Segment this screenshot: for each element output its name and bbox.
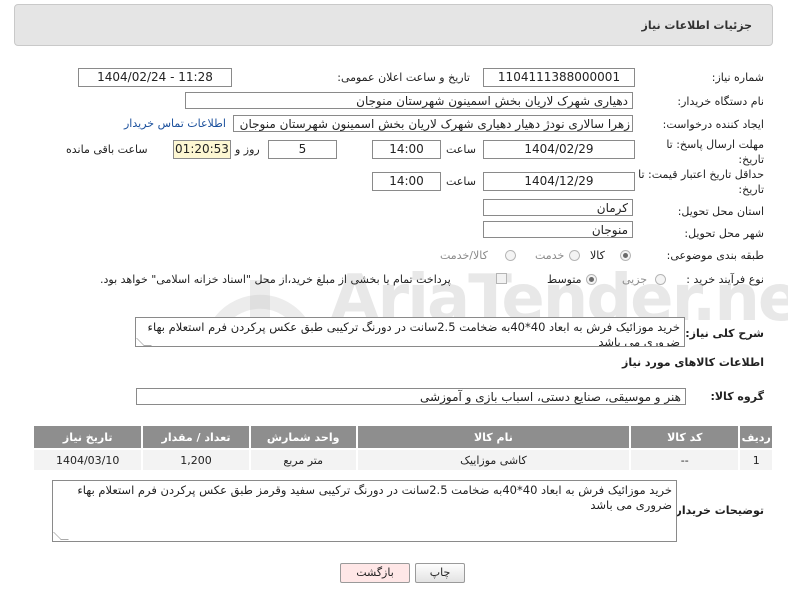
contact-info-link[interactable]: اطلاعات تماس خریدار <box>124 117 226 130</box>
category-goods-label: کالا <box>590 249 605 262</box>
category-both-radio[interactable] <box>505 250 516 261</box>
cell-name: کاشی موزاییک <box>355 448 632 472</box>
col-qty: تعداد / مقدار <box>141 424 251 450</box>
process-medium-radio[interactable] <box>586 274 597 285</box>
goods-table-header: ردیف کد کالا نام کالا واحد شمارش تعداد /… <box>31 424 774 450</box>
remaining-time-field: 01:20:53 <box>173 140 231 159</box>
remaining-label: ساعت باقی مانده <box>66 143 148 156</box>
announce-field: 1404/02/24 - 11:28 <box>78 68 232 87</box>
goods-group-field: هنر و موسیقی، صنایع دستی، اسباب بازی و آ… <box>136 388 686 405</box>
category-label: طبقه بندی موضوعی: <box>666 249 764 262</box>
description-textarea[interactable]: خرید موزائیک فرش به ابعاد 40*40به ضخامت … <box>135 317 685 347</box>
treasury-note: پرداخت تمام یا بخشی از مبلغ خرید،از محل … <box>100 273 451 286</box>
process-minor-radio[interactable] <box>655 274 666 285</box>
cell-unit: متر مربع <box>248 448 358 472</box>
header-panel: جزئیات اطلاعات نیاز <box>14 4 773 46</box>
category-service-label: خدمت <box>535 249 565 262</box>
description-label: شرح کلی نیاز: <box>685 327 764 340</box>
validity-time-label: ساعت <box>446 175 476 188</box>
need-number-field: 1104111388000001 <box>483 68 635 87</box>
city-field: منوجان <box>483 221 633 238</box>
process-medium-label: متوسط <box>547 273 582 286</box>
back-button[interactable]: بازگشت <box>340 563 410 583</box>
goods-section-title: اطلاعات کالاهای مورد نیاز <box>622 356 764 369</box>
col-row: ردیف <box>738 424 774 450</box>
days-label: روز و <box>235 143 260 156</box>
col-code: کد کالا <box>629 424 741 450</box>
reply-deadline-label: مهلت ارسال پاسخ: تا تاریخ: <box>666 138 764 166</box>
description-text: خرید موزائیک فرش به ابعاد 40*40به ضخامت … <box>147 320 680 347</box>
cell-qty: 1,200 <box>141 448 251 472</box>
price-validity-label: حداقل تاریخ اعتبار قیمت: تا تاریخ: <box>638 168 764 196</box>
buyer-notes-label: توضیحات خریدار: <box>671 504 764 517</box>
goods-table: ردیف کد کالا نام کالا واحد شمارش تعداد /… <box>31 424 774 472</box>
page-title: جزئیات اطلاعات نیاز <box>641 19 753 32</box>
buyer-org-label: نام دستگاه خریدار: <box>677 95 764 108</box>
reply-date-field: 1404/02/29 <box>483 140 635 159</box>
col-date: تاریخ نیاز <box>31 424 144 450</box>
province-field: کرمان <box>483 199 633 216</box>
reply-time-label: ساعت <box>446 143 476 156</box>
validity-date-field: 1404/12/29 <box>483 172 635 191</box>
buyer-notes-textarea[interactable]: خرید موزائیک فرش به ابعاد 40*40به ضخامت … <box>52 480 677 542</box>
category-goods-radio[interactable] <box>620 250 631 261</box>
province-label: استان محل تحویل: <box>677 205 764 218</box>
col-name: نام کالا <box>355 424 632 450</box>
need-number-label: شماره نیاز: <box>711 71 764 84</box>
days-field: 5 <box>268 140 337 159</box>
goods-group-label: گروه کالا: <box>710 390 764 403</box>
buyer-notes-text: خرید موزائیک فرش به ابعاد 40*40به ضخامت … <box>77 483 672 512</box>
table-row: 1 -- کاشی موزاییک متر مربع 1,200 1404/03… <box>31 448 774 472</box>
category-both-label: کالا/خدمت <box>440 249 488 262</box>
col-unit: واحد شمارش <box>248 424 358 450</box>
requester-label: ایجاد کننده درخواست: <box>662 118 764 131</box>
treasury-checkbox[interactable] <box>496 273 507 284</box>
cell-date: 1404/03/10 <box>31 448 144 472</box>
cell-row: 1 <box>738 448 774 472</box>
city-label: شهر محل تحویل: <box>684 227 764 240</box>
validity-time-field: 14:00 <box>372 172 441 191</box>
print-button[interactable]: چاپ <box>415 563 465 583</box>
announce-label: تاریخ و ساعت اعلان عمومی: <box>337 71 470 84</box>
requester-field: زهرا سالاری نودژ دهیار دهیاری شهرک لاریا… <box>233 115 633 132</box>
reply-time-field: 14:00 <box>372 140 441 159</box>
category-service-radio[interactable] <box>569 250 580 261</box>
process-label: نوع فرآیند خرید : <box>686 273 764 286</box>
cell-code: -- <box>629 448 741 472</box>
buyer-org-field: دهیاری شهرک لاریان بخش اسمینون شهرستان م… <box>185 92 633 109</box>
process-minor-label: جزیی <box>622 273 648 286</box>
